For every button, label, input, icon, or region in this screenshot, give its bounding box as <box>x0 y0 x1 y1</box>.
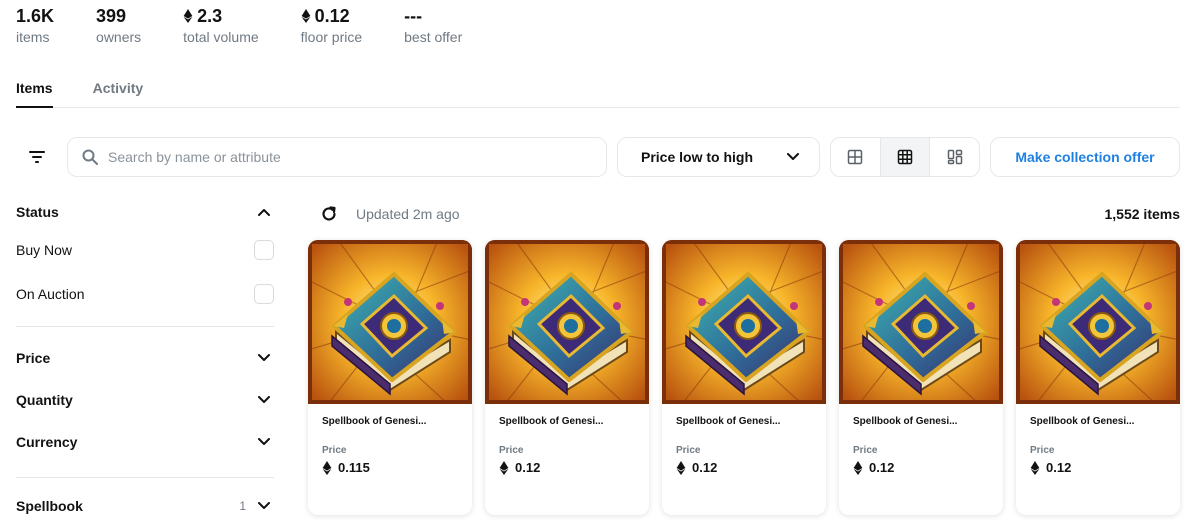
status-option-on-auction: On Auction <box>16 272 274 316</box>
grid-large-icon <box>848 149 863 165</box>
price-label: Price <box>499 445 524 456</box>
spellbook-section-header[interactable]: Spellbook 1 <box>16 488 274 520</box>
filter-sidebar: Status Buy Now On Auction Price Quantity… <box>16 196 274 520</box>
section-title: Price <box>16 350 51 366</box>
sort-label: Price low to high <box>641 149 754 165</box>
stat-best-offer: --- best offer <box>404 6 462 46</box>
stat-label: total volume <box>183 29 259 45</box>
ethereum-icon <box>853 460 863 475</box>
ethereum-icon <box>499 460 509 475</box>
item-name: Spellbook of Genesi... <box>499 416 604 427</box>
stat-floor-price: 0.12 floor price <box>301 6 362 46</box>
item-price: 0.12 <box>692 460 718 475</box>
section-title: Currency <box>16 434 78 450</box>
chevron-down-icon <box>258 438 270 445</box>
stat-label: items <box>16 29 50 45</box>
stat-value: 2.3 <box>197 6 223 26</box>
section-title: Status <box>16 204 59 220</box>
ethereum-icon <box>676 460 686 475</box>
price-label: Price <box>1030 445 1055 456</box>
item-price: 0.12 <box>515 460 541 475</box>
stat-total-volume: 2.3 total volume <box>183 6 258 46</box>
item-price: 0.12 <box>1046 460 1072 475</box>
make-collection-offer-button[interactable]: Make collection offer <box>990 137 1180 177</box>
ethereum-icon <box>183 9 193 23</box>
search-input[interactable] <box>108 149 588 165</box>
trait-count: 1 <box>239 499 246 513</box>
stat-items: 1.6K items <box>16 6 54 46</box>
view-mosaic-button[interactable] <box>929 138 979 176</box>
sort-dropdown[interactable]: Price low to high <box>617 137 820 177</box>
mosaic-icon <box>947 149 962 165</box>
view-small-grid-button[interactable] <box>879 138 930 176</box>
stat-label: owners <box>96 29 142 45</box>
stat-label: floor price <box>300 29 363 45</box>
divider <box>16 477 274 478</box>
stat-owners: 399 owners <box>96 6 141 46</box>
item-image <box>485 240 649 404</box>
chevron-down-icon <box>258 502 270 509</box>
quantity-section-header[interactable]: Quantity <box>16 379 274 421</box>
price-label: Price <box>853 445 878 456</box>
item-card[interactable]: Spellbook of Genesi... Price 0.12 <box>839 240 1003 515</box>
option-label: On Auction <box>16 286 85 302</box>
filter-toggle-button[interactable] <box>24 144 50 170</box>
chevron-up-icon <box>258 209 270 216</box>
item-card[interactable]: Spellbook of Genesi... Price 0.12 <box>1016 240 1180 515</box>
stat-value: --- <box>404 6 423 26</box>
item-name: Spellbook of Genesi... <box>322 416 427 427</box>
last-updated-text: Updated 2m ago <box>356 206 460 222</box>
collection-tabs: Items Activity <box>16 78 1180 108</box>
item-name: Spellbook of Genesi... <box>853 416 958 427</box>
stat-label: best offer <box>404 29 463 45</box>
collection-stats: 1.6K items 399 owners 2.3 total volume 0… <box>16 6 504 46</box>
item-image <box>1016 240 1180 404</box>
search-box <box>67 137 607 177</box>
item-name: Spellbook of Genesi... <box>1030 416 1135 427</box>
item-price: 0.12 <box>869 460 895 475</box>
search-icon <box>82 149 98 165</box>
price-section-header[interactable]: Price <box>16 337 274 379</box>
ethereum-icon <box>322 460 332 475</box>
item-image <box>308 240 472 404</box>
ethereum-icon <box>301 9 311 23</box>
item-price: 0.115 <box>338 460 370 475</box>
price-label: Price <box>676 445 701 456</box>
item-name: Spellbook of Genesi... <box>676 416 781 427</box>
chevron-down-icon <box>258 396 270 403</box>
item-card[interactable]: Spellbook of Genesi... Price 0.115 <box>308 240 472 515</box>
tab-activity[interactable]: Activity <box>93 78 144 108</box>
option-label: Buy Now <box>16 242 73 258</box>
buy-now-checkbox[interactable] <box>254 240 274 260</box>
stat-value: 1.6K <box>16 6 55 26</box>
currency-section-header[interactable]: Currency <box>16 421 274 463</box>
chevron-down-icon <box>787 153 799 160</box>
stat-value: 0.12 <box>314 6 350 26</box>
item-grid: Spellbook of Genesi... Price 0.115 Spell… <box>308 240 1180 515</box>
status-option-buy-now: Buy Now <box>16 228 274 272</box>
divider <box>16 326 274 327</box>
stat-value: 399 <box>96 6 127 26</box>
section-title: Spellbook <box>16 498 83 514</box>
view-large-grid-button[interactable] <box>831 138 880 176</box>
chevron-down-icon <box>258 354 270 361</box>
tab-items[interactable]: Items <box>16 78 53 108</box>
refresh-icon[interactable] <box>320 205 338 223</box>
on-auction-checkbox[interactable] <box>254 284 274 304</box>
item-card[interactable]: Spellbook of Genesi... Price 0.12 <box>485 240 649 515</box>
item-image <box>662 240 826 404</box>
filter-lines-icon <box>29 151 45 163</box>
status-section-header[interactable]: Status <box>16 196 274 228</box>
item-image <box>839 240 1003 404</box>
items-count: 1,552 items <box>1104 206 1181 222</box>
section-title: Quantity <box>16 392 73 408</box>
grid-small-icon <box>897 149 913 165</box>
item-card[interactable]: Spellbook of Genesi... Price 0.12 <box>662 240 826 515</box>
view-mode-toggle <box>830 137 980 177</box>
ethereum-icon <box>1030 460 1040 475</box>
price-label: Price <box>322 445 347 456</box>
